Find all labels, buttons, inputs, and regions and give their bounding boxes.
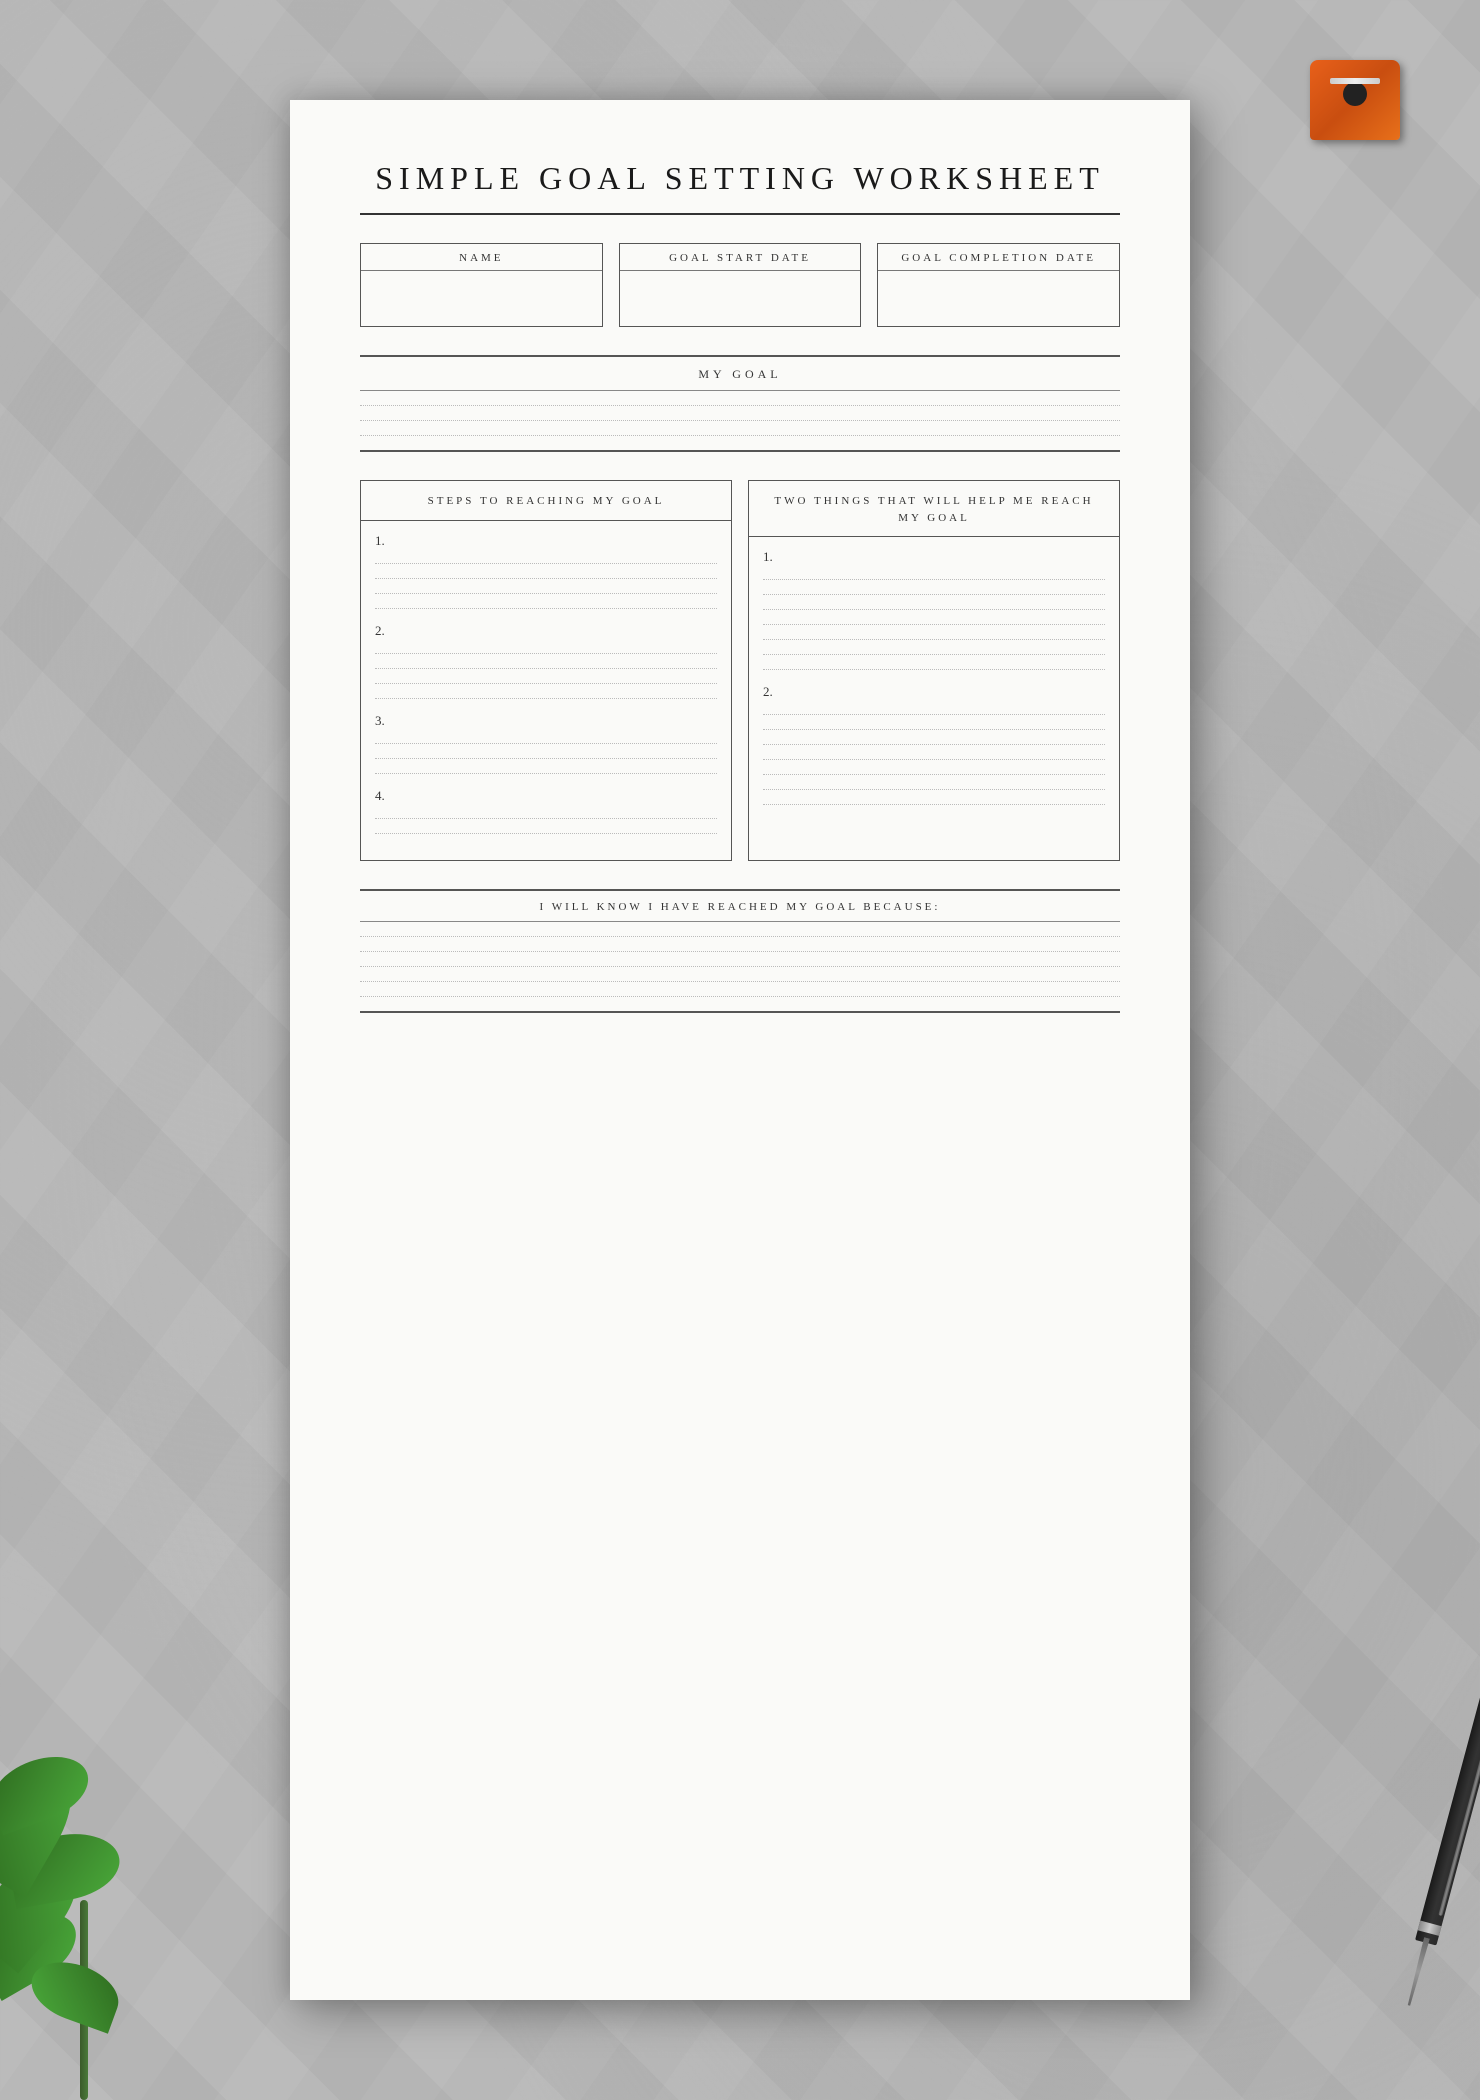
two-things-box: TWO THINGS THAT WILL HELP ME REACH MY GO… bbox=[748, 480, 1120, 861]
name-box: NAME bbox=[360, 243, 603, 327]
completion-date-field[interactable] bbox=[878, 271, 1119, 326]
two-things-header: TWO THINGS THAT WILL HELP ME REACH MY GO… bbox=[749, 481, 1119, 537]
goal-line-3 bbox=[360, 435, 1120, 436]
goal-section-bottom-line bbox=[360, 450, 1120, 452]
title-underline bbox=[360, 213, 1120, 215]
info-boxes-row: NAME GOAL START DATE GOAL COMPLETION DAT… bbox=[360, 243, 1120, 327]
thing-1-num: 1. bbox=[763, 549, 1105, 565]
worksheet-title: SIMPLE GOAL SETTING WORKSHEET bbox=[360, 160, 1120, 197]
my-goal-label: MY GOAL bbox=[360, 355, 1120, 391]
name-field[interactable] bbox=[361, 271, 602, 326]
know-goal-label: I WILL KNOW I HAVE REACHED MY GOAL BECAU… bbox=[360, 889, 1120, 922]
start-date-box: GOAL START DATE bbox=[619, 243, 862, 327]
start-date-field[interactable] bbox=[620, 271, 861, 326]
step-3: 3. bbox=[375, 713, 717, 774]
worksheet-paper: SIMPLE GOAL SETTING WORKSHEET NAME GOAL … bbox=[290, 100, 1190, 2000]
step-2-num: 2. bbox=[375, 623, 717, 639]
thing-2-num: 2. bbox=[763, 684, 1105, 700]
thing-2: 2. bbox=[763, 684, 1105, 805]
two-things-content: 1. 2. bbox=[749, 537, 1119, 831]
sharpener-decoration bbox=[1310, 30, 1400, 140]
step-2: 2. bbox=[375, 623, 717, 699]
completion-date-label: GOAL COMPLETION DATE bbox=[878, 244, 1119, 271]
step-4-num: 4. bbox=[375, 788, 717, 804]
step-4: 4. bbox=[375, 788, 717, 834]
know-goal-lines bbox=[360, 936, 1120, 997]
steps-content: 1. 2. 3. bbox=[361, 521, 731, 860]
name-label: NAME bbox=[361, 244, 602, 271]
start-date-label: GOAL START DATE bbox=[620, 244, 861, 271]
bottom-final-line bbox=[360, 1011, 1120, 1013]
completion-date-box: GOAL COMPLETION DATE bbox=[877, 243, 1120, 327]
goal-line-1 bbox=[360, 405, 1120, 406]
goal-lines bbox=[360, 405, 1120, 436]
thing-1: 1. bbox=[763, 549, 1105, 670]
plant-decoration bbox=[0, 1700, 220, 2100]
step-1-num: 1. bbox=[375, 533, 717, 549]
steps-box: STEPS TO REACHING MY GOAL 1. 2. bbox=[360, 480, 732, 861]
step-1: 1. bbox=[375, 533, 717, 609]
step-3-num: 3. bbox=[375, 713, 717, 729]
pen-decoration bbox=[1391, 1649, 1480, 2024]
goal-line-2 bbox=[360, 420, 1120, 421]
steps-header: STEPS TO REACHING MY GOAL bbox=[361, 481, 731, 521]
two-col-section: STEPS TO REACHING MY GOAL 1. 2. bbox=[360, 480, 1120, 861]
